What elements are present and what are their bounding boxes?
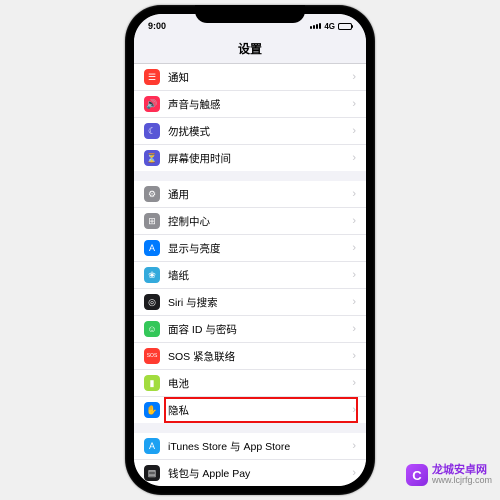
dnd-icon: ☾	[144, 123, 160, 139]
chevron-right-icon: ›	[352, 377, 356, 389]
network-label: 4G	[324, 22, 335, 31]
row-label: 通用	[168, 187, 352, 202]
settings-row[interactable]: 🔊 声音与触感›	[134, 91, 366, 118]
status-time: 9:00	[148, 21, 166, 31]
faceid-icon: ☺	[144, 321, 160, 337]
row-label: SOS 紧急联络	[168, 349, 352, 364]
settings-row[interactable]: ☰ 通知›	[134, 64, 366, 91]
general-icon: ⚙	[144, 186, 160, 202]
settings-row[interactable]: A 显示与亮度›	[134, 235, 366, 262]
battery-icon	[338, 23, 352, 30]
sounds-icon: 🔊	[144, 96, 160, 112]
row-label: 声音与触感	[168, 97, 352, 112]
row-label: 通知	[168, 70, 352, 85]
watermark: C 龙城安卓网 www.lcjrfg.com	[406, 464, 492, 486]
signal-icon	[310, 23, 321, 29]
chevron-right-icon: ›	[352, 350, 356, 362]
settings-group: ☰通知›🔊声音与触感›☾勿扰模式›⏳屏幕使用时间›	[134, 64, 366, 171]
chevron-right-icon: ›	[352, 71, 356, 83]
row-label: 显示与亮度	[168, 241, 352, 256]
settings-group: AiTunes Store 与 App Store›▤钱包与 Apple Pay…	[134, 433, 366, 486]
control-center-icon: ⊞	[144, 213, 160, 229]
chevron-right-icon: ›	[352, 269, 356, 281]
chevron-right-icon: ›	[352, 188, 356, 200]
chevron-right-icon: ›	[352, 323, 356, 335]
settings-group: ⚙通用›⊞控制中心›A显示与亮度›❀墙纸›◎Siri 与搜索›☺面容 ID 与密…	[134, 181, 366, 423]
display-icon: A	[144, 240, 160, 256]
row-label: 控制中心	[168, 214, 352, 229]
settings-row[interactable]: ▤ 钱包与 Apple Pay›	[134, 460, 366, 486]
chevron-right-icon: ›	[352, 125, 356, 137]
wallpaper-icon: ❀	[144, 267, 160, 283]
row-label: 钱包与 Apple Pay	[168, 466, 352, 481]
notch	[195, 5, 305, 23]
wallet-icon: ▤	[144, 465, 160, 481]
chevron-right-icon: ›	[352, 296, 356, 308]
siri-icon: ◎	[144, 294, 160, 310]
sos-icon: SOS	[144, 348, 160, 364]
status-right: 4G	[310, 22, 352, 31]
chevron-right-icon: ›	[352, 98, 356, 110]
settings-row[interactable]: ☺ 面容 ID 与密码›	[134, 316, 366, 343]
watermark-icon: C	[406, 464, 428, 486]
row-label: Siri 与搜索	[168, 295, 352, 310]
settings-row[interactable]: ▮ 电池›	[134, 370, 366, 397]
phone-frame: 9:00 4G 设置 ☰通知›🔊声音与触感›☾勿扰模式›⏳屏幕使用时间›⚙通用›…	[125, 5, 375, 495]
settings-row[interactable]: ⊞ 控制中心›	[134, 208, 366, 235]
settings-list[interactable]: ☰通知›🔊声音与触感›☾勿扰模式›⏳屏幕使用时间›⚙通用›⊞控制中心›A显示与亮…	[134, 64, 366, 486]
chevron-right-icon: ›	[352, 242, 356, 254]
settings-row[interactable]: ◎ Siri 与搜索›	[134, 289, 366, 316]
settings-row[interactable]: ❀ 墙纸›	[134, 262, 366, 289]
page-title: 设置	[134, 36, 366, 64]
row-label: 屏幕使用时间	[168, 151, 352, 166]
screen: 9:00 4G 设置 ☰通知›🔊声音与触感›☾勿扰模式›⏳屏幕使用时间›⚙通用›…	[134, 14, 366, 486]
chevron-right-icon: ›	[352, 440, 356, 452]
row-label: 勿扰模式	[168, 124, 352, 139]
settings-row[interactable]: ✋ 隐私›	[134, 397, 366, 423]
row-label: 电池	[168, 376, 352, 391]
row-label: 隐私	[168, 403, 352, 418]
chevron-right-icon: ›	[352, 215, 356, 227]
row-label: 墙纸	[168, 268, 352, 283]
notifications-icon: ☰	[144, 69, 160, 85]
battery-icon: ▮	[144, 375, 160, 391]
privacy-icon: ✋	[144, 402, 160, 418]
settings-row[interactable]: ☾ 勿扰模式›	[134, 118, 366, 145]
appstore-icon: A	[144, 438, 160, 454]
screentime-icon: ⏳	[144, 150, 160, 166]
row-label: 面容 ID 与密码	[168, 322, 352, 337]
settings-row[interactable]: ⏳ 屏幕使用时间›	[134, 145, 366, 171]
settings-row[interactable]: AiTunes Store 与 App Store›	[134, 433, 366, 460]
settings-row[interactable]: SOS SOS 紧急联络›	[134, 343, 366, 370]
chevron-right-icon: ›	[352, 404, 356, 416]
chevron-right-icon: ›	[352, 467, 356, 479]
settings-row[interactable]: ⚙ 通用›	[134, 181, 366, 208]
row-label: iTunes Store 与 App Store	[168, 439, 352, 454]
watermark-url: www.lcjrfg.com	[432, 476, 492, 486]
chevron-right-icon: ›	[352, 152, 356, 164]
